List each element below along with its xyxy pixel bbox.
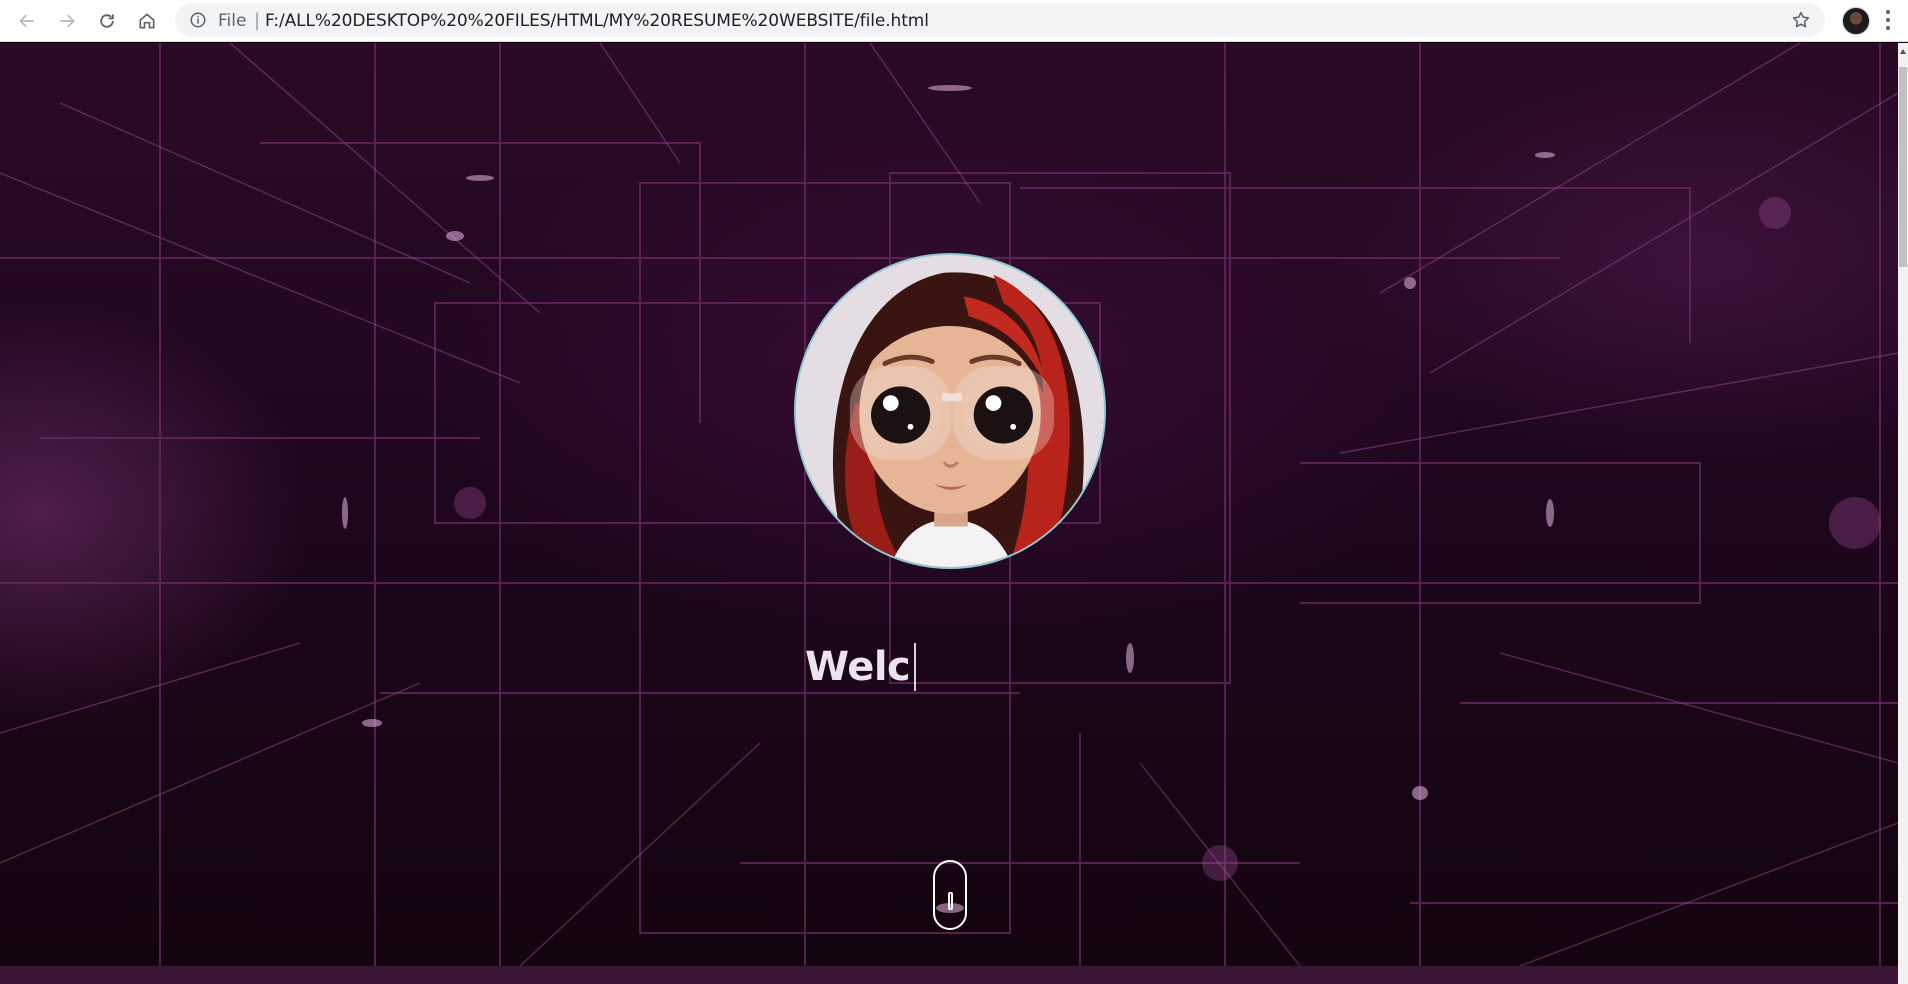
star-icon[interactable] — [1791, 10, 1811, 30]
page-scrollbar[interactable] — [1898, 43, 1908, 984]
forward-arrow-icon — [60, 14, 75, 28]
cartoon-avatar — [796, 255, 1104, 567]
reload-icon — [100, 14, 114, 28]
scroll-up-arrow-icon[interactable] — [1900, 49, 1906, 54]
hero-section: Welc — [0, 43, 1898, 966]
next-section-edge — [0, 966, 1898, 984]
url-text[interactable]: F:/ALL%20DESKTOP%20%20FILES/HTML/MY%20RE… — [265, 11, 929, 31]
forward-button[interactable] — [53, 7, 81, 35]
reload-button[interactable] — [93, 7, 121, 35]
back-button[interactable] — [13, 7, 41, 35]
typed-welcome-heading: Welc — [805, 643, 917, 691]
profile-avatar[interactable] — [1842, 7, 1870, 35]
home-button[interactable] — [133, 7, 161, 35]
mouse-wheel — [948, 892, 953, 910]
scheme-separator: | — [254, 10, 261, 31]
kebab-menu-icon[interactable] — [1885, 9, 1891, 31]
address-bar[interactable]: File | F:/ALL%20DESKTOP%20%20FILES/HTML/… — [175, 3, 1825, 37]
scheme-label: File — [218, 11, 247, 31]
browser-toolbar: File | F:/ALL%20DESKTOP%20%20FILES/HTML/… — [0, 0, 1908, 42]
scroll-thumb[interactable] — [1899, 67, 1907, 267]
back-arrow-icon — [19, 14, 34, 28]
typed-welcome-text: Welc — [805, 644, 911, 690]
typing-caret — [914, 643, 917, 691]
profile-avatar-image — [794, 253, 1106, 569]
mouse-scroll-icon[interactable] — [933, 860, 967, 930]
home-icon — [139, 13, 155, 29]
info-icon[interactable] — [189, 11, 207, 29]
